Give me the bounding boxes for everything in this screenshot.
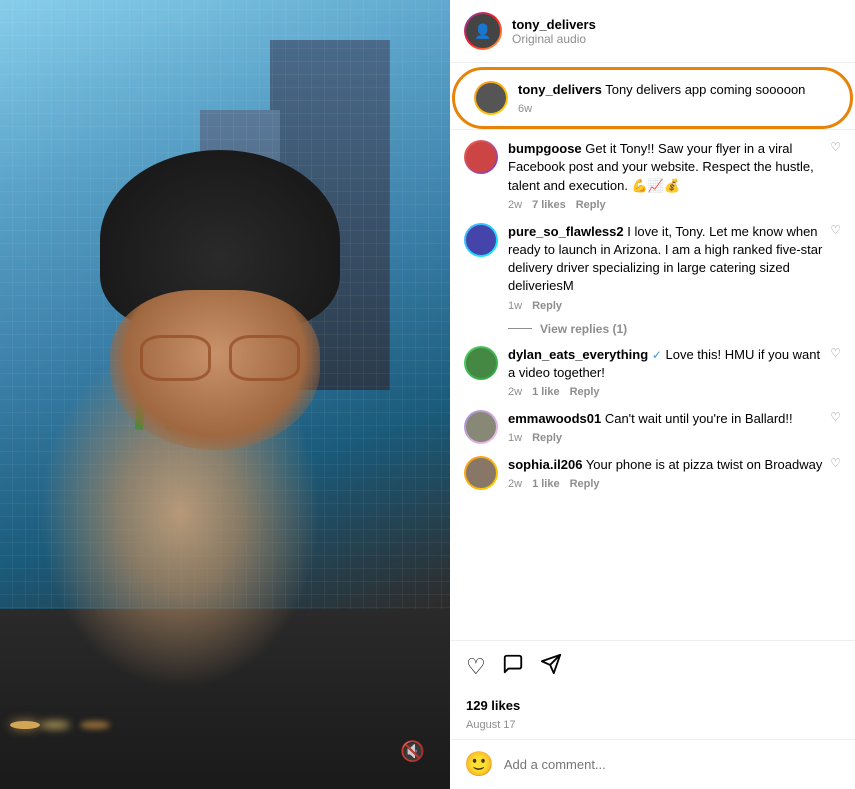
verified-badge-dylan: ✓ bbox=[652, 348, 662, 362]
avatar-emma bbox=[464, 410, 498, 444]
share-button[interactable] bbox=[540, 653, 562, 681]
username-sophia[interactable]: sophia.il206 bbox=[508, 457, 582, 472]
comment-body-bumpgoose: bumpgoose Get it Tony!! Saw your flyer i… bbox=[508, 140, 830, 211]
mute-icon[interactable]: 🔇 bbox=[400, 739, 430, 769]
content-sophia: Your phone is at pizza twist on Broadway bbox=[586, 457, 823, 472]
meta-sophia: 2w 1 like Reply bbox=[508, 478, 830, 490]
actions-bar: ♡ bbox=[450, 640, 855, 693]
reply-btn-dylan[interactable]: Reply bbox=[570, 386, 600, 398]
comment-button[interactable] bbox=[502, 653, 524, 681]
video-panel: 🔇 bbox=[0, 0, 450, 789]
username-emma[interactable]: emmawoods01 bbox=[508, 411, 601, 426]
likes-dylan: 1 like bbox=[532, 386, 560, 398]
comment-emma: emmawoods01 Can't wait until you're in B… bbox=[450, 404, 855, 450]
view-replies-text[interactable]: View replies (1) bbox=[540, 322, 627, 336]
time-emma: 1w bbox=[508, 432, 522, 444]
post-date: August 17 bbox=[450, 717, 855, 739]
comment-pure: pure_so_flawless2 I love it, Tony. Let m… bbox=[450, 217, 855, 318]
header-subtitle: Original audio bbox=[512, 32, 841, 46]
section-divider bbox=[450, 129, 855, 130]
comment-text-sophia: sophia.il206 Your phone is at pizza twis… bbox=[508, 456, 830, 474]
meta-pure: 1w Reply bbox=[508, 300, 830, 312]
highlighted-comment-meta: 6w bbox=[518, 103, 831, 115]
username-dylan[interactable]: dylan_eats_everything bbox=[508, 347, 648, 362]
highlighted-comment-content: Tony delivers app coming sooooon bbox=[605, 82, 805, 97]
like-button[interactable]: ♡ bbox=[466, 654, 486, 680]
content-emma: Can't wait until you're in Ballard!! bbox=[605, 411, 793, 426]
view-replies-pure[interactable]: View replies (1) bbox=[450, 318, 855, 340]
view-replies-line bbox=[508, 328, 532, 329]
reply-btn-sophia[interactable]: Reply bbox=[570, 478, 600, 490]
avatar-sophia bbox=[464, 456, 498, 490]
avatar-bumpgoose bbox=[464, 140, 498, 174]
likes-bumpgoose: 7 likes bbox=[532, 199, 566, 211]
add-comment-input[interactable] bbox=[504, 757, 841, 772]
header-avatar-image: 👤 bbox=[466, 14, 500, 48]
comment-body-sophia: sophia.il206 Your phone is at pizza twis… bbox=[508, 456, 830, 490]
time-bumpgoose: 2w bbox=[508, 199, 522, 211]
reply-btn-pure[interactable]: Reply bbox=[532, 300, 562, 312]
avatar-dylan bbox=[464, 346, 498, 380]
time-pure: 1w bbox=[508, 300, 522, 312]
likes-count: 129 likes bbox=[466, 698, 520, 713]
time-dylan: 2w bbox=[508, 386, 522, 398]
username-bumpgoose[interactable]: bumpgoose bbox=[508, 141, 582, 156]
time-sophia: 2w bbox=[508, 478, 522, 490]
highlighted-comment-body: tony_delivers Tony delivers app coming s… bbox=[518, 81, 831, 115]
header-username[interactable]: tony_delivers bbox=[512, 17, 841, 32]
likes-sophia: 1 like bbox=[532, 478, 560, 490]
comments-area[interactable]: tony_delivers Tony delivers app coming s… bbox=[450, 63, 855, 640]
comment-body-dylan: dylan_eats_everything ✓ Love this! HMU i… bbox=[508, 346, 830, 398]
highlighted-comment-username[interactable]: tony_delivers bbox=[518, 82, 602, 97]
highlighted-comment-time: 6w bbox=[518, 103, 532, 115]
add-comment-bar[interactable]: 🙂 bbox=[450, 739, 855, 789]
highlighted-comment-text: tony_delivers Tony delivers app coming s… bbox=[518, 81, 831, 99]
reply-btn-emma[interactable]: Reply bbox=[532, 432, 562, 444]
highlighted-comment-wrapper: tony_delivers Tony delivers app coming s… bbox=[460, 75, 845, 121]
emoji-button[interactable]: 🙂 bbox=[464, 750, 494, 779]
header-avatar[interactable]: 👤 bbox=[464, 12, 502, 50]
comment-sophia: sophia.il206 Your phone is at pizza twis… bbox=[450, 450, 855, 496]
heart-sophia[interactable]: ♡ bbox=[830, 456, 841, 470]
username-pure[interactable]: pure_so_flawless2 bbox=[508, 224, 624, 239]
comment-text-pure: pure_so_flawless2 I love it, Tony. Let m… bbox=[508, 223, 830, 296]
reply-btn-bumpgoose[interactable]: Reply bbox=[576, 199, 606, 211]
highlighted-comment: tony_delivers Tony delivers app coming s… bbox=[460, 75, 845, 121]
heart-bumpgoose[interactable]: ♡ bbox=[830, 140, 841, 154]
post-header: 👤 tony_delivers Original audio bbox=[450, 0, 855, 63]
heart-emma[interactable]: ♡ bbox=[830, 410, 841, 424]
comment-body-emma: emmawoods01 Can't wait until you're in B… bbox=[508, 410, 830, 444]
comment-avatar-tony bbox=[474, 81, 508, 115]
likes-section: 129 likes bbox=[450, 693, 855, 717]
heart-dylan[interactable]: ♡ bbox=[830, 346, 841, 360]
heart-pure[interactable]: ♡ bbox=[830, 223, 841, 237]
avatar-pure bbox=[464, 223, 498, 257]
comments-panel: 👤 tony_delivers Original audio tony_deli… bbox=[450, 0, 855, 789]
comment-text-dylan: dylan_eats_everything ✓ Love this! HMU i… bbox=[508, 346, 830, 382]
comment-text-emma: emmawoods01 Can't wait until you're in B… bbox=[508, 410, 830, 428]
comment-body-pure: pure_so_flawless2 I love it, Tony. Let m… bbox=[508, 223, 830, 312]
comment-bumpgoose: bumpgoose Get it Tony!! Saw your flyer i… bbox=[450, 134, 855, 217]
meta-dylan: 2w 1 like Reply bbox=[508, 386, 830, 398]
meta-emma: 1w Reply bbox=[508, 432, 830, 444]
header-info: tony_delivers Original audio bbox=[512, 17, 841, 46]
meta-bumpgoose: 2w 7 likes Reply bbox=[508, 199, 830, 211]
comment-dylan: dylan_eats_everything ✓ Love this! HMU i… bbox=[450, 340, 855, 404]
comment-text-bumpgoose: bumpgoose Get it Tony!! Saw your flyer i… bbox=[508, 140, 830, 195]
